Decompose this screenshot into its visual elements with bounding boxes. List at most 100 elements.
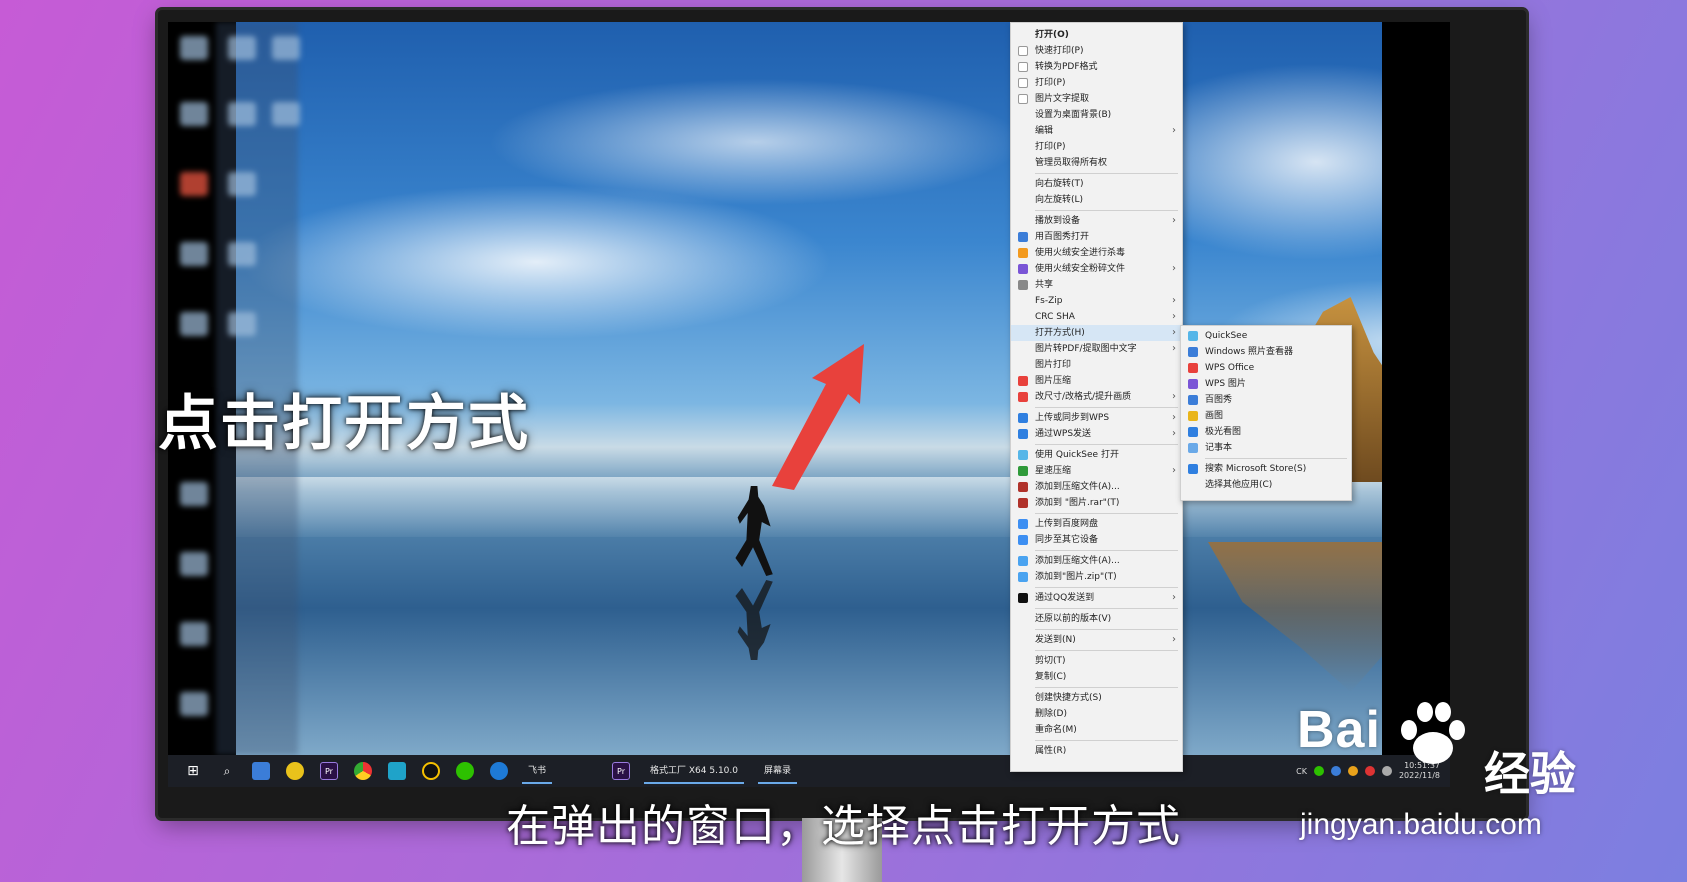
context-menu-item[interactable]: 通过QQ发送到 › bbox=[1011, 590, 1182, 606]
context-menu-item[interactable]: 打印(P) bbox=[1011, 139, 1182, 155]
open-with-item[interactable]: 记事本 bbox=[1181, 440, 1351, 456]
open-with-item[interactable]: Windows 照片查看器 bbox=[1181, 344, 1351, 360]
desktop-icon[interactable] bbox=[180, 36, 208, 60]
context-menu-item[interactable]: 重命名(M) bbox=[1011, 722, 1182, 738]
context-menu-item[interactable]: 删除(D) bbox=[1011, 706, 1182, 722]
search-icon[interactable]: ⌕ bbox=[218, 762, 236, 780]
desktop-icon[interactable] bbox=[228, 36, 256, 60]
chevron-right-icon: › bbox=[1172, 343, 1176, 354]
context-menu-item[interactable]: 向左旋转(L) bbox=[1011, 192, 1182, 208]
photos-app-icon[interactable] bbox=[252, 762, 270, 780]
context-menu-item[interactable]: 使用火绒安全进行杀毒 bbox=[1011, 245, 1182, 261]
context-menu-item[interactable]: 转换为PDF格式 bbox=[1011, 59, 1182, 75]
desktop-icon[interactable] bbox=[180, 622, 208, 646]
desktop-icon[interactable] bbox=[180, 102, 208, 126]
context-menu-item[interactable]: 图片打印 bbox=[1011, 357, 1182, 373]
context-menu-item[interactable]: 图片转PDF/提取图中文字 › bbox=[1011, 341, 1182, 357]
open-with-item[interactable]: WPS 图片 bbox=[1181, 376, 1351, 392]
context-menu-item[interactable]: 用百图秀打开 bbox=[1011, 229, 1182, 245]
ime-indicator[interactable]: CK bbox=[1296, 767, 1307, 776]
premiere-icon[interactable]: Pr bbox=[612, 762, 631, 780]
tray-app-icon[interactable] bbox=[1364, 766, 1375, 776]
context-menu-item[interactable]: 属性(R) bbox=[1011, 743, 1182, 759]
tray-app-icon[interactable] bbox=[1330, 766, 1341, 776]
context-menu-item[interactable]: 设置为桌面背景(B) bbox=[1011, 107, 1182, 123]
menu-separator bbox=[1035, 650, 1178, 651]
chrome-icon[interactable] bbox=[354, 762, 372, 780]
context-menu-item[interactable]: 共享 bbox=[1011, 277, 1182, 293]
app-cyan-icon[interactable] bbox=[388, 762, 406, 780]
context-menu-item[interactable]: 创建快捷方式(S) bbox=[1011, 690, 1182, 706]
desktop-icon[interactable] bbox=[180, 172, 208, 196]
context-menu-item[interactable]: 通过WPS发送 › bbox=[1011, 426, 1182, 442]
wechat-icon[interactable] bbox=[456, 762, 474, 780]
open-with-item[interactable]: 百图秀 bbox=[1181, 392, 1351, 408]
desktop-icon[interactable] bbox=[180, 692, 208, 716]
context-menu-item[interactable]: 向右旋转(T) bbox=[1011, 176, 1182, 192]
context-menu-item[interactable]: 添加到 "图片.rar"(T) bbox=[1011, 495, 1182, 511]
taskbar-task-format-factory[interactable]: 格式工厂 X64 5.10.0 bbox=[644, 758, 744, 784]
desktop-icon[interactable] bbox=[180, 482, 208, 506]
desktop-icon[interactable] bbox=[180, 312, 208, 336]
open-with-item[interactable]: 搜索 Microsoft Store(S) bbox=[1181, 461, 1351, 477]
open-with-item[interactable]: 极光看图 bbox=[1181, 424, 1351, 440]
context-menu-item[interactable]: 剪切(T) bbox=[1011, 653, 1182, 669]
context-menu-item[interactable]: 添加到"图片.zip"(T) bbox=[1011, 569, 1182, 585]
menu-separator bbox=[1035, 173, 1178, 174]
photo-viewer-icon bbox=[1188, 347, 1198, 357]
tray-app-icon[interactable] bbox=[1347, 766, 1358, 776]
context-menu-item[interactable]: 使用火绒安全粉碎文件 › bbox=[1011, 261, 1182, 277]
desktop-icon[interactable] bbox=[272, 102, 300, 126]
tray-app-icon[interactable] bbox=[1313, 766, 1324, 776]
taskbar-task-feishu[interactable]: 飞书 bbox=[522, 758, 553, 784]
volume-icon[interactable] bbox=[1381, 766, 1392, 776]
context-menu-item[interactable]: 改尺寸/改格式/提升画质 › bbox=[1011, 389, 1182, 405]
desktop-icon[interactable] bbox=[228, 102, 256, 126]
context-menu-item[interactable]: CRC SHA › bbox=[1011, 309, 1182, 325]
context-menu-item[interactable]: 管理员取得所有权 bbox=[1011, 155, 1182, 171]
context-menu-item[interactable]: 快速打印(P) bbox=[1011, 43, 1182, 59]
open-with-item[interactable]: QuickSee bbox=[1181, 328, 1351, 344]
context-menu-item-label: 添加到"图片.zip"(T) bbox=[1035, 572, 1117, 582]
context-menu-item[interactable]: 添加到压缩文件(A)... bbox=[1011, 553, 1182, 569]
context-menu-item[interactable]: 编辑 › bbox=[1011, 123, 1182, 139]
desktop-icon[interactable] bbox=[228, 312, 256, 336]
context-menu-item[interactable]: 打开(O) bbox=[1011, 27, 1182, 43]
open-with-item-label: WPS Office bbox=[1205, 363, 1255, 373]
wps-image-icon bbox=[1188, 379, 1198, 389]
premiere-icon[interactable]: Pr bbox=[320, 762, 338, 780]
open-with-submenu: QuickSee Windows 照片查看器 WPS Office WPS 图片 百图秀… bbox=[1180, 325, 1352, 501]
context-menu-item[interactable]: 图片压缩 bbox=[1011, 373, 1182, 389]
context-menu-item[interactable]: 上传到百度网盘 bbox=[1011, 516, 1182, 532]
context-menu-item[interactable]: Fs-Zip › bbox=[1011, 293, 1182, 309]
open-with-item[interactable]: 选择其他应用(C) bbox=[1181, 477, 1351, 493]
edge-icon[interactable] bbox=[490, 762, 508, 780]
context-menu-item-label: CRC SHA bbox=[1035, 312, 1075, 322]
context-menu-item[interactable]: 还原以前的版本(V) bbox=[1011, 611, 1182, 627]
windows-start-icon[interactable]: ⊞ bbox=[184, 762, 202, 780]
notepad-icon bbox=[1188, 443, 1198, 453]
desktop-icon[interactable] bbox=[180, 552, 208, 576]
context-menu-item[interactable]: 星速压缩 › bbox=[1011, 463, 1182, 479]
context-menu-item[interactable]: 打印(P) bbox=[1011, 75, 1182, 91]
open-with-item[interactable]: WPS Office bbox=[1181, 360, 1351, 376]
context-menu-item[interactable]: 添加到压缩文件(A)... bbox=[1011, 479, 1182, 495]
qq-icon[interactable] bbox=[422, 762, 440, 780]
desktop-icon[interactable] bbox=[272, 36, 300, 60]
context-menu-item[interactable]: 播放到设备 › bbox=[1011, 213, 1182, 229]
context-menu-item[interactable]: 使用 QuickSee 打开 bbox=[1011, 447, 1182, 463]
context-menu-item[interactable]: 上传或同步到WPS › bbox=[1011, 410, 1182, 426]
taskbar-task-screen-recorder[interactable]: 屏幕录 bbox=[757, 758, 797, 784]
context-menu-item[interactable]: 同步至其它设备 bbox=[1011, 532, 1182, 548]
chevron-right-icon: › bbox=[1172, 465, 1176, 476]
context-menu-item[interactable]: 发送到(N) › bbox=[1011, 632, 1182, 648]
desktop-icon[interactable] bbox=[228, 242, 256, 266]
context-menu-item[interactable]: 复制(C) bbox=[1011, 669, 1182, 685]
app-yellow-icon[interactable] bbox=[286, 762, 304, 780]
image-icon bbox=[1188, 395, 1198, 405]
context-menu-item[interactable]: 打开方式(H) › bbox=[1011, 325, 1182, 341]
context-menu-item[interactable]: 图片文字提取 bbox=[1011, 91, 1182, 107]
desktop-icon[interactable] bbox=[180, 242, 208, 266]
open-with-item[interactable]: 画图 bbox=[1181, 408, 1351, 424]
desktop-icon[interactable] bbox=[228, 172, 256, 196]
